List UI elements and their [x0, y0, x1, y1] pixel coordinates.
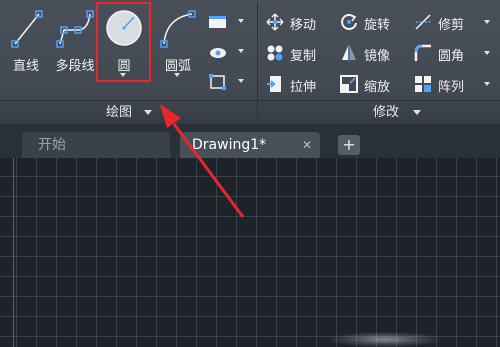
mirror-icon [342, 45, 356, 61]
copy-label: 复制 [290, 49, 317, 64]
array-button[interactable]: 阵列 [414, 73, 500, 95]
trim-label: 修剪 [438, 18, 465, 33]
line-icon [11, 10, 43, 48]
tab-drawing1[interactable]: Drawing1* ✕ [180, 132, 320, 158]
mirror-label: 镜像 [364, 49, 391, 64]
rectangle-button[interactable] [208, 12, 248, 32]
copy-button[interactable]: 复制 [266, 42, 336, 64]
arc-label: 圆弧 [164, 59, 191, 74]
move-button[interactable]: 移动 [266, 11, 336, 33]
draw-panel-title[interactable]: 绘图 [0, 100, 257, 124]
close-icon[interactable]: ✕ [302, 132, 312, 158]
polyline-icon [56, 10, 94, 48]
circle-highlight-box [96, 2, 151, 82]
new-tab-button[interactable]: + [338, 135, 360, 155]
hatch-icon [210, 48, 226, 58]
hatch-dropdown-icon[interactable] [238, 49, 244, 53]
stretch-label: 拉伸 [290, 80, 317, 95]
array-label: 阵列 [438, 80, 465, 95]
ribbon: 直线 多段线 圆 圆弧 移动 复制 拉伸 旋转 镜像 缩放 修剪 圆角 阵列 绘… [0, 0, 500, 125]
tab-start[interactable]: 开始 [22, 132, 170, 158]
drawing-canvas[interactable] [0, 158, 500, 347]
mirror-button[interactable]: 镜像 [340, 42, 410, 64]
fillet-icon [414, 44, 431, 61]
draw-panel-title-text: 绘图 [106, 105, 133, 120]
fillet-dropdown-icon[interactable] [484, 51, 490, 55]
line-label: 直线 [12, 59, 39, 74]
arc-icon [160, 10, 196, 48]
trim-icon [415, 14, 431, 30]
file-tab-bar: 开始 Drawing1* ✕ + [0, 124, 500, 158]
modify-panel-title[interactable]: 修改 [258, 100, 500, 124]
modify-panel-expand-icon[interactable] [413, 110, 421, 115]
move-icon [266, 13, 284, 31]
y-axis-line [13, 158, 14, 347]
polyline-label: 多段线 [55, 59, 95, 74]
trim-button[interactable]: 修剪 [414, 11, 500, 33]
rotate-button[interactable]: 旋转 [340, 11, 410, 33]
polyline-button[interactable]: 多段线 [52, 6, 98, 76]
boundary-dropdown-icon[interactable] [238, 79, 244, 83]
fillet-button[interactable]: 圆角 [414, 42, 500, 64]
rectangle-dropdown-icon[interactable] [238, 19, 244, 23]
rectangle-icon [209, 16, 226, 28]
scale-button[interactable]: 缩放 [340, 73, 410, 95]
scale-label: 缩放 [364, 80, 391, 95]
stretch-icon [267, 76, 281, 92]
trim-dropdown-icon[interactable] [484, 20, 490, 24]
copy-icon [267, 45, 283, 61]
array-dropdown-icon[interactable] [484, 82, 490, 86]
hatch-button[interactable] [208, 42, 248, 62]
move-label: 移动 [290, 18, 317, 33]
stretch-button[interactable]: 拉伸 [266, 73, 336, 95]
boundary-button[interactable] [208, 72, 248, 92]
line-button[interactable]: 直线 [6, 6, 46, 76]
canvas-artifact [330, 332, 440, 347]
tab-start-label: 开始 [38, 137, 66, 153]
fillet-label: 圆角 [438, 49, 465, 64]
draw-panel-expand-icon[interactable] [144, 110, 152, 115]
arc-button[interactable]: 圆弧 [156, 6, 200, 84]
array-icon [415, 76, 431, 92]
boundary-icon [209, 74, 226, 90]
rotate-icon [341, 14, 357, 30]
tab-drawing1-label: Drawing1* [192, 137, 267, 153]
arc-dropdown-icon[interactable] [174, 73, 180, 77]
modify-panel-title-text: 修改 [373, 105, 400, 120]
rotate-label: 旋转 [364, 18, 391, 33]
scale-icon [340, 75, 358, 93]
